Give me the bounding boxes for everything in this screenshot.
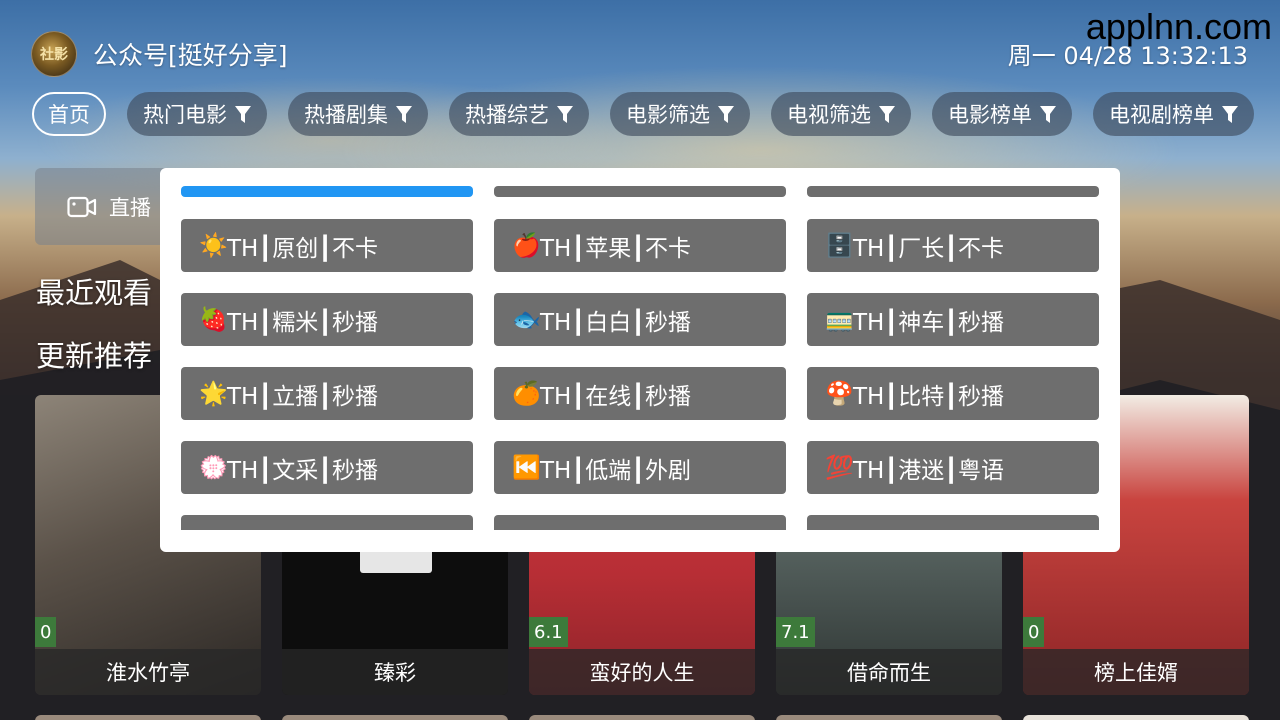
filter-icon (879, 105, 895, 123)
filter-icon (1040, 105, 1056, 123)
poster-title: 蛮好的人生 (529, 649, 755, 695)
fish-icon: 🐟 (512, 307, 541, 333)
strawberry-icon: 🍓 (199, 307, 228, 333)
source-button[interactable]: ☀️ TH┃原创┃不卡 (181, 219, 473, 272)
tab-hot-variety[interactable]: 热播综艺 (449, 92, 589, 136)
tab-movie-filter[interactable]: 电影筛选 (610, 92, 750, 136)
source-button[interactable]: 💯 TH┃港迷┃粤语 (807, 441, 1099, 494)
source-button[interactable]: 🗄️ TH┃厂长┃不卡 (807, 219, 1099, 272)
source-button[interactable]: 🌟 TH┃立播┃秒播 (181, 367, 473, 420)
source-button[interactable]: 💮 TH┃文采┃秒播 (181, 441, 473, 494)
sun-icon: ☀️ (199, 233, 228, 259)
rating-badge: 6.1 (529, 617, 568, 647)
source-button[interactable] (181, 515, 473, 530)
source-label: TH┃低端┃外剧 (540, 457, 692, 484)
app-title: 公众号[挺好分享] (93, 41, 288, 70)
updates-heading: 更新推荐 (36, 339, 153, 373)
tab-hot-movies[interactable]: 热门电影 (127, 92, 267, 136)
source-label: TH┃立播┃秒播 (227, 383, 379, 410)
tram-icon: 🚃 (825, 307, 854, 333)
source-button-selected[interactable] (181, 186, 473, 197)
filter-icon (1222, 105, 1238, 123)
source-button[interactable] (494, 515, 786, 530)
logo-text: 社影 (40, 47, 68, 63)
watermark: applnn.com (1085, 6, 1272, 47)
source-label: TH┃港迷┃粤语 (853, 457, 1005, 484)
poster-peek (282, 715, 508, 720)
poster-peek (529, 715, 755, 720)
source-grid: ☀️ TH┃原创┃不卡 🍎 TH┃苹果┃不卡 🗄️ TH┃厂长┃不卡 🍓 TH┃… (160, 168, 1120, 530)
rewind-icon: ⏮️ (512, 455, 541, 481)
source-label: TH┃文采┃秒播 (227, 457, 379, 484)
source-label: TH┃糯米┃秒播 (227, 309, 379, 336)
tab-movie-ranking[interactable]: 电影榜单 (932, 92, 1072, 136)
tab-label: 电视筛选 (787, 103, 871, 127)
cabinet-icon: 🗄️ (825, 233, 854, 259)
app-logo: 社影 (31, 31, 77, 77)
tab-label: 热门电影 (143, 103, 227, 127)
rating-badge: 7.1 (776, 617, 815, 647)
tab-label: 热播剧集 (304, 103, 388, 127)
orange-icon: 🍊 (512, 381, 541, 407)
apple-icon: 🍎 (512, 233, 541, 259)
poster-title: 臻彩 (282, 649, 508, 695)
source-button[interactable]: ⏮️ TH┃低端┃外剧 (494, 441, 786, 494)
source-label: TH┃厂长┃不卡 (853, 235, 1005, 262)
source-button[interactable]: 🚃 TH┃神车┃秒播 (807, 293, 1099, 346)
filter-icon (557, 105, 573, 123)
poster-peek (1023, 715, 1249, 720)
tab-label: 电影筛选 (626, 103, 710, 127)
rating-badge: 0 (35, 617, 57, 647)
poster-peek (776, 715, 1002, 720)
hundred-points-icon: 💯 (825, 455, 854, 481)
poster-title: 榜上佳婿 (1023, 649, 1249, 695)
filter-icon (235, 105, 251, 123)
category-tabs: 首页 热门电影 热播剧集 热播综艺 电影筛选 电视筛选 电影榜单 电视剧榜单 (32, 92, 1254, 136)
live-button[interactable]: 直播 (35, 168, 175, 245)
tab-home[interactable]: 首页 (32, 92, 106, 136)
source-button[interactable] (807, 186, 1099, 197)
source-button[interactable] (807, 515, 1099, 530)
mushroom-icon: 🍄 (825, 381, 854, 407)
tab-label: 电视剧榜单 (1109, 103, 1214, 127)
source-button[interactable] (494, 186, 786, 197)
source-button[interactable]: 🍎 TH┃苹果┃不卡 (494, 219, 786, 272)
source-button[interactable]: 🍓 TH┃糯米┃秒播 (181, 293, 473, 346)
recent-watched-heading: 最近观看 (36, 276, 153, 310)
tab-tv-filter[interactable]: 电视筛选 (771, 92, 911, 136)
star-icon: 🌟 (199, 381, 228, 407)
tab-label: 电影榜单 (948, 103, 1032, 127)
poster-peek (35, 715, 261, 720)
source-label: TH┃白白┃秒播 (540, 309, 692, 336)
flower-icon: 💮 (199, 455, 228, 481)
source-label: TH┃原创┃不卡 (227, 235, 379, 262)
source-button[interactable]: 🍄 TH┃比特┃秒播 (807, 367, 1099, 420)
source-label: TH┃苹果┃不卡 (540, 235, 692, 262)
rating-badge: 0 (1023, 617, 1045, 647)
filter-icon (396, 105, 412, 123)
live-label: 直播 (109, 195, 151, 220)
source-button[interactable]: 🐟 TH┃白白┃秒播 (494, 293, 786, 346)
tab-label: 首页 (48, 103, 90, 127)
tab-tv-ranking[interactable]: 电视剧榜单 (1093, 92, 1254, 136)
tab-label: 热播综艺 (465, 103, 549, 127)
source-label: TH┃神车┃秒播 (853, 309, 1005, 336)
tab-hot-series[interactable]: 热播剧集 (288, 92, 428, 136)
poster-title: 淮水竹亭 (35, 649, 261, 695)
source-button[interactable]: 🍊 TH┃在线┃秒播 (494, 367, 786, 420)
filter-icon (718, 105, 734, 123)
source-label: TH┃在线┃秒播 (540, 383, 692, 410)
source-label: TH┃比特┃秒播 (853, 383, 1005, 410)
video-camera-icon (67, 196, 97, 217)
source-picker-dialog: ☀️ TH┃原创┃不卡 🍎 TH┃苹果┃不卡 🗄️ TH┃厂长┃不卡 🍓 TH┃… (160, 168, 1120, 552)
poster-title: 借命而生 (776, 649, 1002, 695)
